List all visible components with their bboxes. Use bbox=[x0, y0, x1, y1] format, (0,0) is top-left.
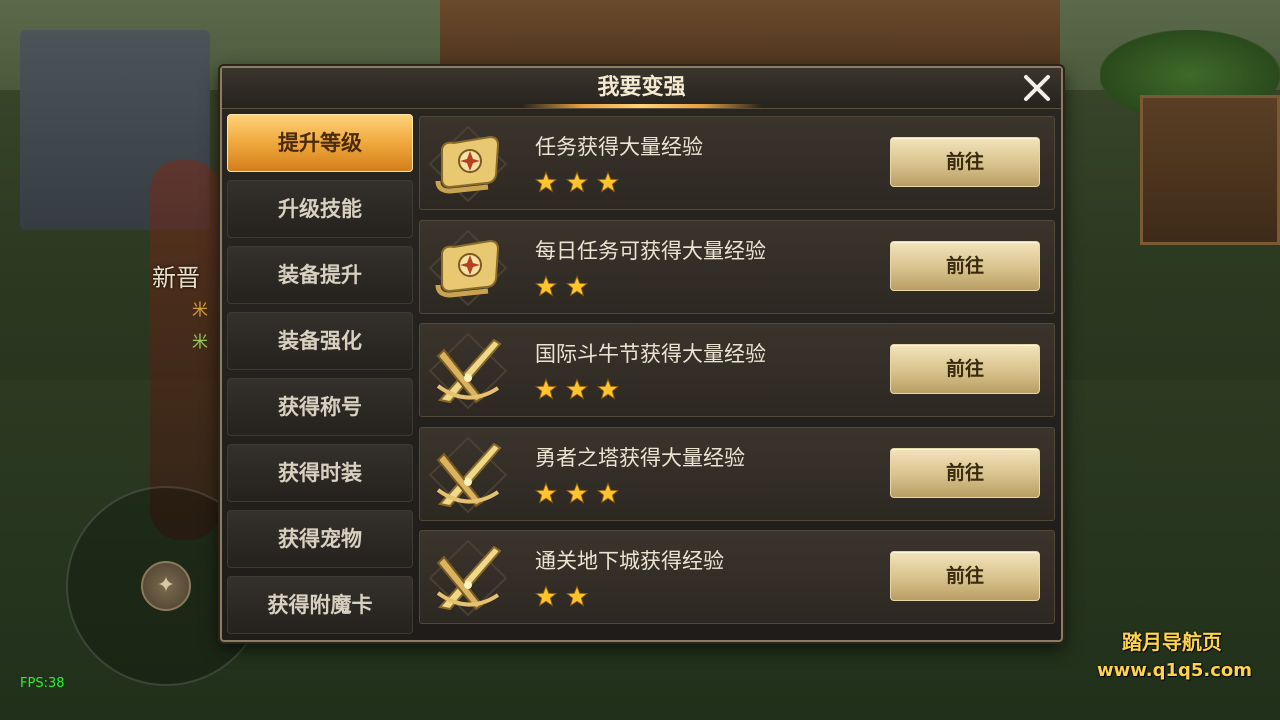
watermark-url: www.q1q5.com bbox=[1097, 660, 1253, 681]
star-icon bbox=[534, 378, 558, 400]
npc-figure bbox=[150, 160, 220, 540]
dialog-title: 我要变强 bbox=[597, 75, 686, 100]
scroll-icon bbox=[424, 121, 512, 207]
background-building bbox=[440, 0, 1060, 70]
task-description: 通关地下城获得经验 bbox=[535, 549, 724, 573]
background-wall bbox=[1140, 95, 1280, 245]
difficulty-stars bbox=[534, 481, 628, 506]
star-icon bbox=[534, 171, 558, 193]
tab-5[interactable]: 获得时装 bbox=[227, 444, 413, 502]
tab-0[interactable]: 提升等级 bbox=[227, 114, 413, 172]
difficulty-stars bbox=[534, 378, 628, 402]
npc-subtitle-2: 米 bbox=[192, 332, 209, 351]
npc-name-label: 新晋 bbox=[152, 264, 200, 292]
tab-3[interactable]: 装备强化 bbox=[227, 312, 413, 370]
tab-2[interactable]: 装备提升 bbox=[227, 246, 413, 304]
crossed-swords-icon bbox=[424, 328, 512, 414]
star-icon bbox=[565, 481, 589, 504]
star-icon bbox=[565, 378, 589, 400]
crossed-swords-icon bbox=[424, 535, 512, 621]
star-icon bbox=[534, 481, 558, 504]
task-description: 勇者之塔获得大量经验 bbox=[535, 445, 745, 470]
star-icon bbox=[565, 171, 589, 193]
star-icon bbox=[534, 274, 558, 297]
star-icon bbox=[534, 585, 558, 607]
task-description: 任务获得大量经验 bbox=[535, 135, 703, 159]
difficulty-stars bbox=[534, 585, 597, 609]
task-row: 每日任务可获得大量经验 前往 bbox=[419, 219, 1055, 314]
tab-4[interactable]: 获得称号 bbox=[227, 378, 413, 436]
title-ornament bbox=[522, 104, 762, 108]
go-button[interactable]: 前往 bbox=[890, 551, 1040, 601]
task-row: 勇者之塔获得大量经验 前往 bbox=[419, 426, 1055, 521]
task-description: 国际斗牛节获得大量经验 bbox=[535, 342, 766, 366]
task-row: 通关地下城获得经验 前往 bbox=[419, 530, 1055, 624]
scroll-icon bbox=[424, 225, 512, 311]
close-icon bbox=[1024, 75, 1050, 101]
task-row: 任务获得大量经验 前往 bbox=[419, 116, 1055, 210]
go-button[interactable]: 前往 bbox=[890, 447, 1040, 498]
task-description: 每日任务可获得大量经验 bbox=[535, 238, 766, 263]
star-icon bbox=[596, 171, 620, 193]
star-icon bbox=[565, 274, 589, 297]
star-icon bbox=[565, 585, 589, 607]
tab-6[interactable]: 获得宠物 bbox=[227, 510, 413, 568]
star-icon bbox=[596, 378, 620, 400]
star-icon bbox=[596, 481, 620, 504]
joystick-knob-icon[interactable]: ✦ bbox=[141, 561, 191, 611]
tab-1[interactable]: 升级技能 bbox=[227, 180, 413, 238]
close-button[interactable] bbox=[1019, 70, 1055, 106]
become-stronger-dialog: 我要变强 提升等级升级技能装备提升装备强化获得称号获得时装获得宠物获得附魔卡 任… bbox=[220, 66, 1063, 642]
difficulty-stars bbox=[534, 171, 628, 195]
go-button[interactable]: 前往 bbox=[890, 137, 1040, 187]
watermark-title: 踏月导航页 bbox=[1122, 630, 1222, 654]
tab-7[interactable]: 获得附魔卡 bbox=[227, 576, 413, 634]
crossed-swords-icon bbox=[424, 432, 512, 518]
difficulty-stars bbox=[534, 274, 597, 299]
go-button[interactable]: 前往 bbox=[890, 240, 1040, 291]
task-row: 国际斗牛节获得大量经验 前往 bbox=[419, 323, 1055, 417]
go-button[interactable]: 前往 bbox=[890, 344, 1040, 394]
fps-counter: FPS:38 bbox=[20, 676, 65, 691]
npc-subtitle-1: 米 bbox=[192, 300, 209, 319]
dialog-title-bar: 我要变强 bbox=[222, 68, 1061, 109]
